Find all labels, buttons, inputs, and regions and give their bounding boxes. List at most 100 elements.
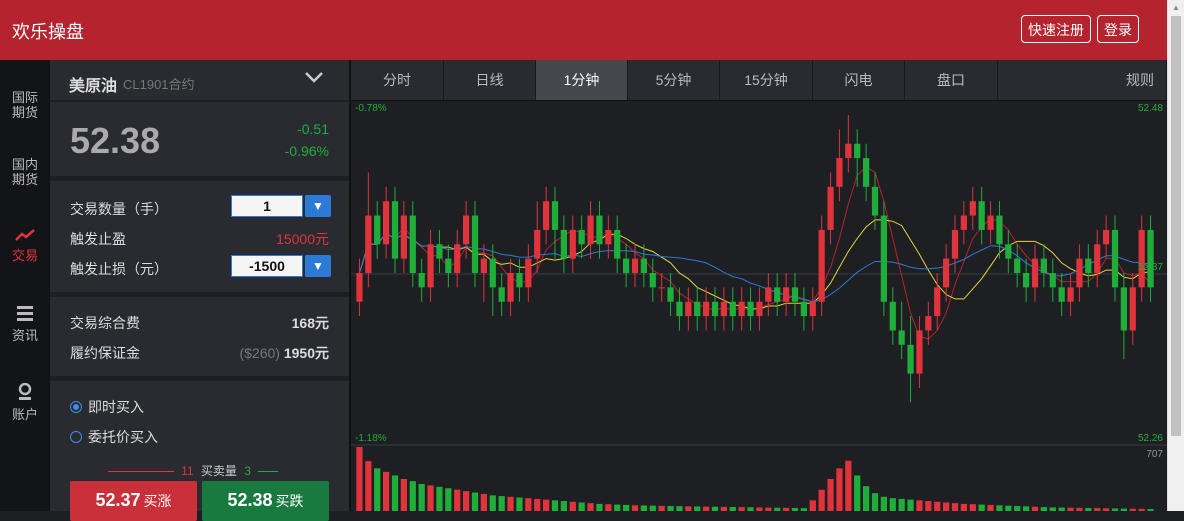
nav-item-domestic-futures[interactable]: 国内 期货 bbox=[0, 157, 50, 187]
market-order-radio[interactable]: 即时买入 bbox=[70, 397, 144, 417]
candle-body bbox=[1076, 258, 1083, 288]
price-bottom-label: 52.26 bbox=[1138, 433, 1163, 444]
candle-body bbox=[1129, 287, 1136, 331]
candle-body bbox=[365, 215, 372, 273]
scroll-up-icon[interactable]: ▲ bbox=[1172, 3, 1180, 12]
kline-chart-svg[interactable]: -0.78% -1.18% 52.48 52.37 52.26 707 bbox=[351, 101, 1167, 511]
candle-body bbox=[711, 301, 719, 317]
nav-item-account[interactable]: 账户 bbox=[0, 382, 50, 422]
volume-bar bbox=[480, 493, 487, 511]
volume-bar bbox=[960, 503, 967, 511]
page-scrollbar[interactable]: ▲ bbox=[1167, 0, 1184, 511]
tab-15min[interactable]: 15分钟 bbox=[720, 60, 813, 100]
candle-body bbox=[356, 273, 363, 302]
radio-checked-icon bbox=[70, 401, 82, 413]
candle-body bbox=[516, 273, 523, 288]
tab-lightning[interactable]: 闪电 bbox=[813, 60, 905, 100]
quantity-stepper[interactable]: 1 ▼ bbox=[231, 195, 331, 217]
volume-bar bbox=[391, 475, 399, 511]
quantity-value[interactable]: 1 bbox=[232, 196, 302, 216]
volume-bar bbox=[720, 506, 727, 511]
stop-loss-value[interactable]: -1500 bbox=[232, 256, 302, 276]
volume-bars-group bbox=[356, 447, 1154, 511]
buy-up-button[interactable]: 52.37 买涨 bbox=[70, 481, 197, 521]
nav-item-trade[interactable]: 交易 bbox=[0, 226, 50, 263]
volume-bar bbox=[765, 507, 772, 511]
dropdown-arrow-icon[interactable]: ▼ bbox=[305, 195, 331, 217]
volume-bar bbox=[898, 498, 905, 511]
volume-bar bbox=[649, 505, 656, 511]
nav-label: 账户 bbox=[11, 407, 38, 422]
volume-bar bbox=[551, 500, 559, 511]
volume-bar bbox=[498, 496, 505, 511]
margin-group: ($260) 1950元 bbox=[200, 343, 329, 363]
volume-bar bbox=[365, 461, 372, 511]
take-profit-label: 触发止盈 bbox=[70, 231, 126, 247]
volume-bar bbox=[729, 507, 736, 511]
candle-body bbox=[560, 229, 567, 259]
volume-bar bbox=[418, 483, 425, 511]
product-selector[interactable]: 美原油 CL1901合约 bbox=[50, 60, 349, 100]
buy-down-button[interactable]: 52.38 买跌 bbox=[202, 481, 329, 521]
candle-body bbox=[978, 201, 985, 230]
app-header: 欢乐操盘 快速注册 登录 bbox=[0, 0, 1167, 60]
buy-quantity: 11 bbox=[181, 464, 194, 478]
volume-bar bbox=[951, 503, 959, 511]
candle-body bbox=[1058, 287, 1065, 302]
scrollbar-thumb[interactable] bbox=[1171, 16, 1181, 436]
candle-body bbox=[1005, 244, 1012, 259]
depth-label: 买卖量 bbox=[200, 464, 237, 478]
candle-body bbox=[996, 215, 1003, 245]
volume-bar bbox=[880, 496, 887, 511]
candle-body bbox=[480, 258, 487, 273]
tab-daily[interactable]: 日线 bbox=[444, 60, 536, 100]
percent-top-label: -0.78% bbox=[355, 103, 387, 114]
nav-item-intl-futures[interactable]: 国际 期货 bbox=[0, 90, 50, 120]
candle-body bbox=[756, 301, 763, 317]
app-title: 欢乐操盘 bbox=[12, 22, 84, 42]
candle-body bbox=[569, 229, 576, 259]
candle-body bbox=[943, 258, 950, 288]
volume-bar bbox=[685, 506, 692, 511]
candle-body bbox=[889, 301, 896, 331]
candle-body bbox=[578, 229, 585, 245]
volume-bar bbox=[1040, 507, 1047, 511]
candle-body bbox=[391, 201, 399, 259]
volume-bar bbox=[863, 486, 870, 511]
dropdown-arrow-icon[interactable]: ▼ bbox=[305, 255, 331, 277]
nav-item-news[interactable]: 资讯 bbox=[0, 304, 50, 343]
volume-bar bbox=[996, 505, 1003, 511]
tab-1min[interactable]: 1分钟 bbox=[536, 60, 628, 100]
limit-order-radio[interactable]: 委托价买入 bbox=[70, 427, 158, 447]
price-mid-label: 52.37 bbox=[1138, 262, 1163, 273]
candles-group bbox=[356, 115, 1154, 403]
buy-up-label: 买涨 bbox=[143, 493, 172, 509]
volume-bar bbox=[507, 496, 514, 511]
candle-body bbox=[987, 215, 994, 230]
nav-label: 国际 bbox=[11, 90, 38, 105]
candle-body bbox=[969, 201, 976, 216]
login-button[interactable]: 登录 bbox=[1097, 15, 1139, 43]
candle-body bbox=[409, 215, 416, 273]
nav-label: 资讯 bbox=[11, 328, 38, 343]
fee-value: 168元 bbox=[291, 315, 329, 331]
price-change-percent: -0.96% bbox=[284, 143, 329, 159]
candle-body bbox=[898, 330, 905, 345]
tab-timeshare[interactable]: 分时 bbox=[351, 60, 444, 100]
volume-bar bbox=[489, 495, 496, 511]
tab-5min[interactable]: 5分钟 bbox=[628, 60, 720, 100]
sell-depth-bar bbox=[258, 471, 279, 473]
tab-rules[interactable]: 规则 bbox=[998, 60, 1167, 100]
chevron-down-icon[interactable] bbox=[304, 70, 324, 89]
register-button[interactable]: 快速注册 bbox=[1021, 15, 1091, 43]
volume-bar bbox=[623, 504, 630, 511]
volume-bar bbox=[667, 506, 674, 511]
candle-body bbox=[640, 258, 647, 273]
tab-orderbook[interactable]: 盘口 bbox=[905, 60, 998, 100]
volume-bar bbox=[516, 497, 523, 511]
trend-icon bbox=[0, 226, 50, 246]
product-code: CL1901合约 bbox=[123, 77, 195, 92]
kline-chart[interactable]: -0.78% -1.18% 52.48 52.37 52.26 707 bbox=[351, 101, 1167, 511]
stop-loss-stepper[interactable]: -1500 ▼ bbox=[231, 255, 331, 277]
volume-max-label: 707 bbox=[1146, 449, 1163, 460]
